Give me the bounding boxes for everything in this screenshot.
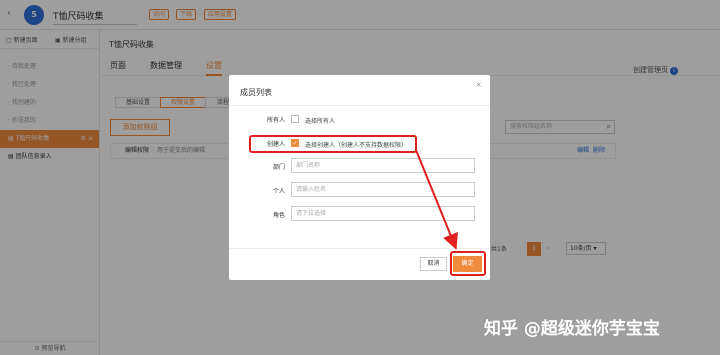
annotation-arrow-icon [415, 149, 458, 250]
watermark: 知乎 @超级迷你芋宝宝 [484, 319, 660, 339]
